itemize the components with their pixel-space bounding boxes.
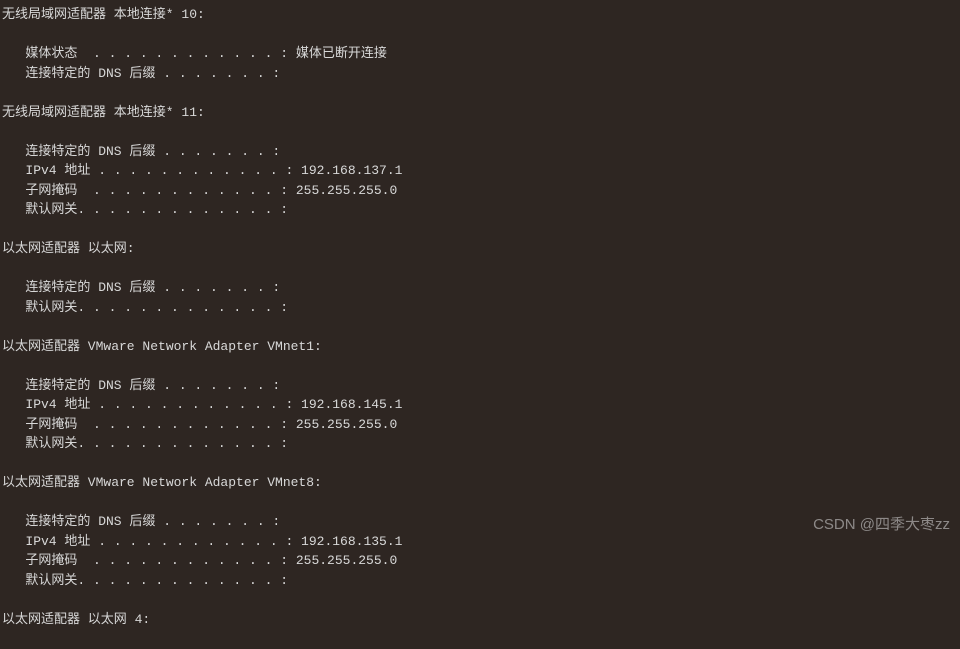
terminal-output: 无线局域网适配器 本地连接* 10: 媒体状态 . . . . . . . . … xyxy=(2,5,960,649)
watermark-text: CSDN @四季大枣zz xyxy=(813,514,950,537)
